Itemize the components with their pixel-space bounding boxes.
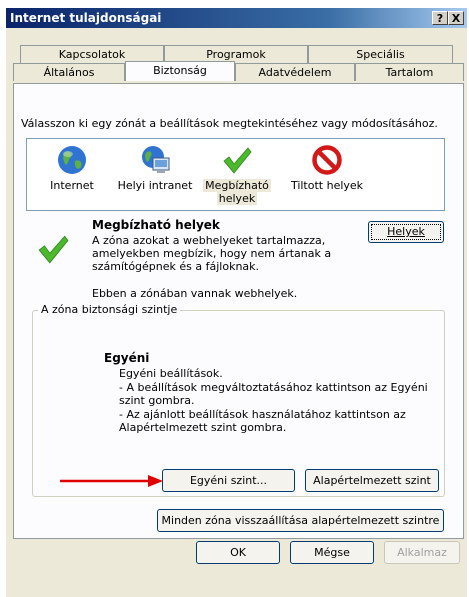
zone-instruction: Válasszon ki egy zónát a beállítások meg… — [21, 117, 438, 130]
apply-button[interactable]: Alkalmaz — [384, 541, 460, 564]
close-button[interactable]: X — [448, 11, 464, 25]
zone-internet[interactable]: Internet — [31, 139, 113, 209]
zone-trusted-sites[interactable]: Megbízható helyek — [197, 139, 277, 209]
security-level-group-label: A zóna biztonsági szintje — [38, 303, 181, 316]
intranet-icon — [142, 146, 170, 173]
red-arrow-annotation — [60, 475, 163, 487]
zone-label-trusted: Megbízható helyek — [203, 179, 271, 205]
reset-all-zones-button[interactable]: Minden zóna visszaállítása alapértelmeze… — [157, 509, 444, 532]
zone-list: Internet Helyi intranet Megbízható helye… — [26, 138, 445, 211]
custom-level-button[interactable]: Egyéni szint... — [162, 469, 295, 492]
zone-local-intranet[interactable]: Helyi intranet — [113, 139, 197, 209]
zone-sites-text: Ebben a zónában vannak webhelyek. — [92, 287, 298, 300]
trusted-zone-checkmark-icon — [38, 235, 69, 264]
tab-content[interactable]: Tartalom — [355, 63, 464, 81]
zone-label-restricted: Tiltott helyek — [290, 179, 364, 192]
zone-restricted-sites[interactable]: Tiltott helyek — [281, 139, 373, 209]
tab-general[interactable]: Általános — [13, 63, 125, 81]
title-bar[interactable]: Internet tulajdonságai ? X — [6, 8, 467, 28]
security-level-description: Egyéni beállítások. - A beállítások megv… — [119, 367, 428, 434]
zone-description: A zóna azokat a webhelyeket tartalmazza,… — [92, 234, 332, 273]
tab-security[interactable]: Biztonság — [125, 61, 235, 81]
sites-button[interactable]: Helyek — [368, 221, 444, 243]
tab-advanced[interactable]: Speciális — [308, 45, 453, 63]
zone-label-intranet: Helyi intranet — [117, 179, 193, 192]
globe-icon — [58, 146, 86, 174]
default-level-button[interactable]: Alapértelmezett szint — [305, 469, 439, 492]
zone-label-internet: Internet — [50, 179, 94, 192]
restricted-icon — [312, 145, 342, 175]
tab-privacy[interactable]: Adatvédelem — [235, 63, 355, 81]
checkmark-icon — [223, 147, 252, 174]
window-title: Internet tulajdonságai — [10, 11, 162, 25]
ok-button[interactable]: OK — [196, 541, 280, 564]
cancel-button[interactable]: Mégse — [290, 541, 374, 564]
zone-title: Megbízható helyek — [92, 218, 220, 232]
security-level-title: Egyéni — [104, 351, 150, 365]
help-button[interactable]: ? — [432, 11, 448, 25]
